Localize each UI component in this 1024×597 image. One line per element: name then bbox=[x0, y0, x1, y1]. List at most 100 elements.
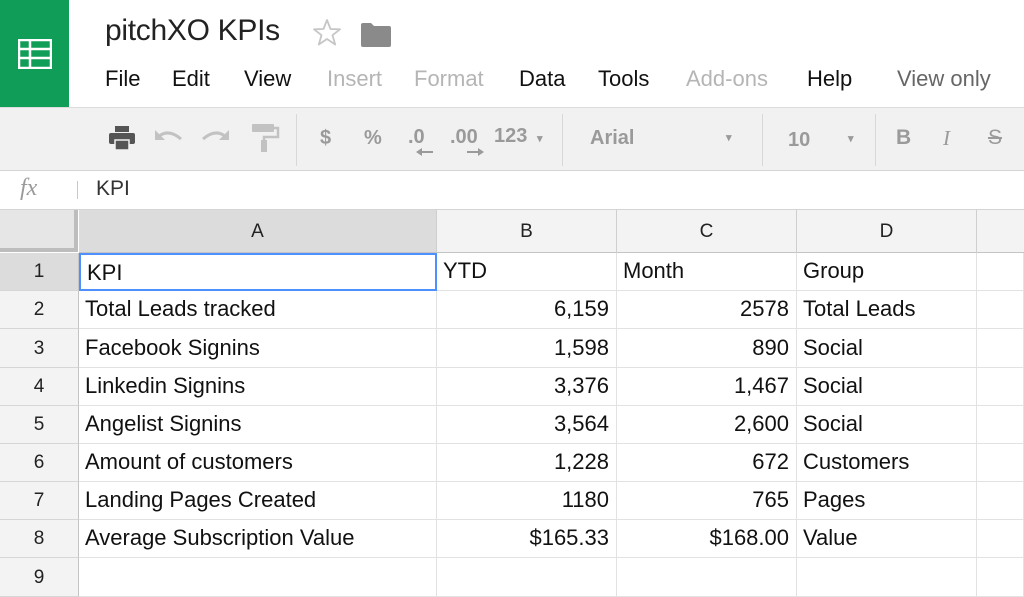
cell-d9[interactable] bbox=[797, 558, 977, 597]
font-family-dropdown[interactable]: Arial ▾ bbox=[590, 127, 740, 150]
number-format-dropdown[interactable]: 123 ▾ bbox=[494, 125, 542, 148]
cell-c8[interactable]: $168.00 bbox=[617, 520, 797, 558]
cell-e3[interactable] bbox=[977, 329, 1024, 368]
cell-e9[interactable] bbox=[977, 558, 1024, 597]
cell-e2[interactable] bbox=[977, 291, 1024, 329]
undo-icon[interactable] bbox=[154, 127, 184, 153]
currency-format-button[interactable]: $ bbox=[320, 127, 331, 150]
toolbar-divider bbox=[762, 114, 763, 166]
menu-data[interactable]: Data bbox=[519, 66, 565, 92]
row-header[interactable]: 6 bbox=[0, 444, 79, 482]
cell-c1[interactable]: Month bbox=[617, 253, 797, 291]
cell-d4[interactable]: Social bbox=[797, 368, 977, 406]
column-header-b[interactable]: B bbox=[437, 210, 617, 253]
cell-a8[interactable]: Average Subscription Value bbox=[79, 520, 437, 558]
column-header-a[interactable]: A bbox=[79, 210, 437, 253]
cell-e4[interactable] bbox=[977, 368, 1024, 406]
decrease-decimals-label: .0 bbox=[408, 126, 425, 148]
cell-b7[interactable]: 1180 bbox=[437, 482, 617, 520]
menu-format: Format bbox=[414, 66, 484, 91]
increase-decimals-label: .00 bbox=[450, 126, 478, 148]
column-header-c[interactable]: C bbox=[617, 210, 797, 253]
cell-c6[interactable]: 672 bbox=[617, 444, 797, 482]
row-header[interactable]: 9 bbox=[0, 558, 79, 597]
font-family-label: Arial bbox=[590, 127, 635, 149]
toolbar-divider bbox=[562, 114, 563, 166]
cell-a4[interactable]: Linkedin Signins bbox=[79, 368, 437, 406]
number-format-label: 123 bbox=[494, 125, 528, 147]
cell-a7[interactable]: Landing Pages Created bbox=[79, 482, 437, 520]
cell-a5[interactable]: Angelist Signins bbox=[79, 406, 437, 444]
column-header-d[interactable]: D bbox=[797, 210, 977, 253]
increase-decimals-button[interactable]: .00 bbox=[450, 126, 490, 156]
cell-c9[interactable] bbox=[617, 558, 797, 597]
formula-divider bbox=[77, 181, 78, 199]
font-size-label: 10 bbox=[788, 129, 811, 151]
cell-e5[interactable] bbox=[977, 406, 1024, 444]
column-header-e[interactable] bbox=[977, 210, 1024, 253]
row-header[interactable]: 7 bbox=[0, 482, 79, 520]
paint-format-icon[interactable] bbox=[250, 123, 280, 159]
view-only-label: View only bbox=[897, 66, 991, 91]
cell-b6[interactable]: 1,228 bbox=[437, 444, 617, 482]
menu-help[interactable]: Help bbox=[807, 66, 852, 92]
decrease-decimals-button[interactable]: .0 bbox=[408, 126, 442, 156]
font-size-dropdown[interactable]: 10 ▾ bbox=[788, 129, 863, 152]
row-header[interactable]: 5 bbox=[0, 406, 79, 444]
star-icon[interactable] bbox=[312, 18, 342, 48]
cell-d5[interactable]: Social bbox=[797, 406, 977, 444]
row-header[interactable]: 4 bbox=[0, 368, 79, 406]
print-icon[interactable] bbox=[108, 125, 136, 157]
cell-c4[interactable]: 1,467 bbox=[617, 368, 797, 406]
row-header[interactable]: 3 bbox=[0, 329, 79, 368]
cell-b2[interactable]: 6,159 bbox=[437, 291, 617, 329]
cell-d3[interactable]: Social bbox=[797, 329, 977, 368]
fx-icon: fx bbox=[20, 175, 38, 201]
cell-c3[interactable]: 890 bbox=[617, 329, 797, 368]
row-header[interactable]: 2 bbox=[0, 291, 79, 329]
cell-a6[interactable]: Amount of customers bbox=[79, 444, 437, 482]
cell-a9[interactable] bbox=[79, 558, 437, 597]
cell-d1[interactable]: Group bbox=[797, 253, 977, 291]
menu-file[interactable]: File bbox=[105, 66, 140, 92]
menu-tools[interactable]: Tools bbox=[598, 66, 649, 92]
cell-c5[interactable]: 2,600 bbox=[617, 406, 797, 444]
cell-e1[interactable] bbox=[977, 253, 1024, 291]
bold-button[interactable]: B bbox=[896, 126, 911, 150]
cell-a1[interactable]: KPI bbox=[79, 253, 437, 291]
cell-e7[interactable] bbox=[977, 482, 1024, 520]
chevron-down-icon: ▾ bbox=[726, 132, 732, 144]
cell-b4[interactable]: 3,376 bbox=[437, 368, 617, 406]
row-header[interactable]: 8 bbox=[0, 520, 79, 558]
cell-d6[interactable]: Customers bbox=[797, 444, 977, 482]
cell-d2[interactable]: Total Leads bbox=[797, 291, 977, 329]
cell-b5[interactable]: 3,564 bbox=[437, 406, 617, 444]
cell-a2[interactable]: Total Leads tracked bbox=[79, 291, 437, 329]
cell-c7[interactable]: 765 bbox=[617, 482, 797, 520]
document-title[interactable]: pitchXO KPIs bbox=[105, 14, 280, 48]
cell-a3[interactable]: Facebook Signins bbox=[79, 329, 437, 368]
cell-e6[interactable] bbox=[977, 444, 1024, 482]
select-all-corner[interactable] bbox=[0, 210, 78, 252]
cell-c2[interactable]: 2578 bbox=[617, 291, 797, 329]
cell-d7[interactable]: Pages bbox=[797, 482, 977, 520]
folder-icon[interactable] bbox=[360, 22, 392, 48]
strikethrough-button[interactable]: S bbox=[988, 126, 1002, 150]
percent-format-button[interactable]: % bbox=[364, 127, 382, 150]
cell-d8[interactable]: Value bbox=[797, 520, 977, 558]
chevron-down-icon: ▾ bbox=[536, 133, 543, 145]
cell-b1[interactable]: YTD bbox=[437, 253, 617, 291]
cell-b9[interactable] bbox=[437, 558, 617, 597]
italic-button[interactable]: I bbox=[943, 126, 950, 151]
cell-b8[interactable]: $165.33 bbox=[437, 520, 617, 558]
redo-icon[interactable] bbox=[200, 127, 230, 153]
cell-b3[interactable]: 1,598 bbox=[437, 329, 617, 368]
chevron-down-icon: ▾ bbox=[848, 133, 854, 145]
row-header[interactable]: 1 bbox=[0, 253, 79, 291]
formula-input[interactable]: KPI bbox=[96, 177, 130, 201]
menu-view[interactable]: View bbox=[244, 66, 291, 92]
menu-edit[interactable]: Edit bbox=[172, 66, 210, 92]
toolbar-divider bbox=[875, 114, 876, 166]
cell-e8[interactable] bbox=[977, 520, 1024, 558]
toolbar: $ % .0 .00 123 ▾ Arial ▾ 10 ▾ B I S bbox=[0, 108, 1024, 171]
